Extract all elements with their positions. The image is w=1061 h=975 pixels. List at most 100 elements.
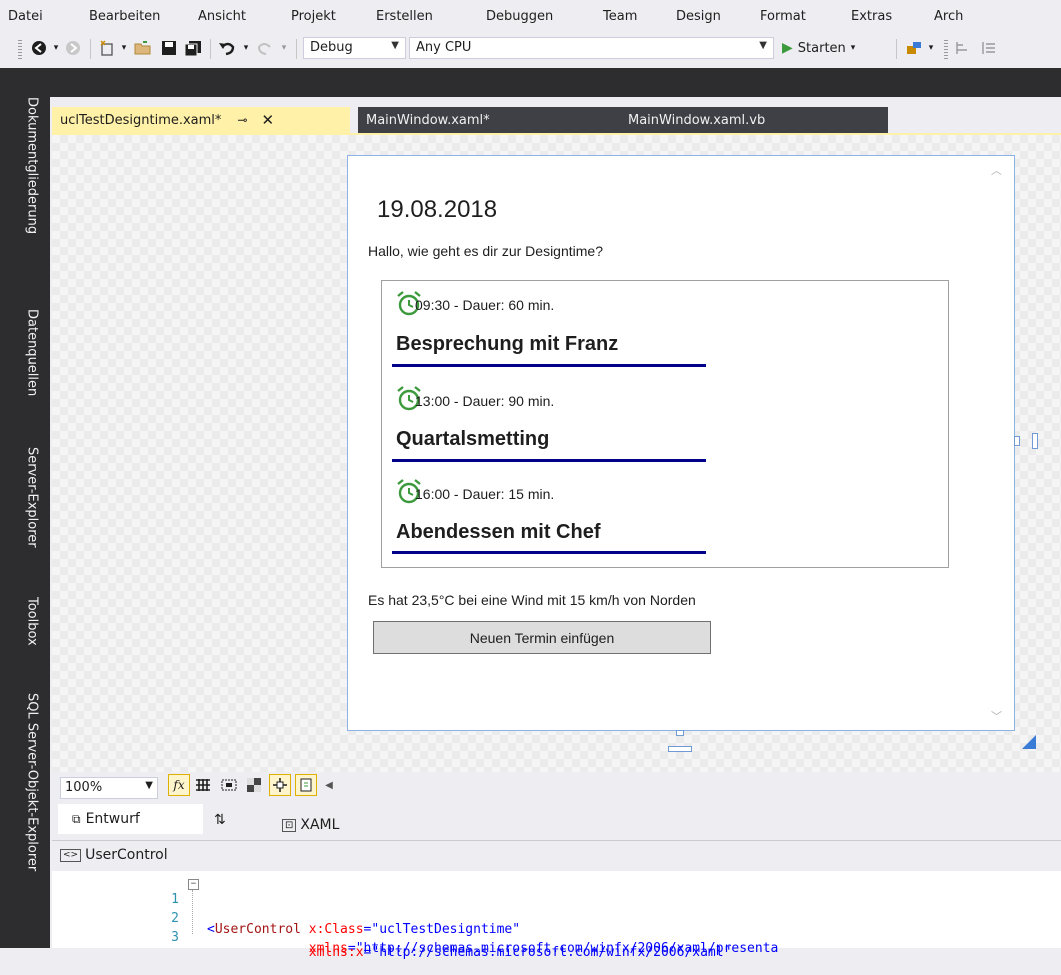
side-tab-dokumentgliederung[interactable]: Dokumentgliederung bbox=[0, 97, 50, 285]
appointment-title: Besprechung mit Franz bbox=[396, 333, 619, 355]
resize-handle-right-outer[interactable] bbox=[1032, 433, 1038, 449]
new-project-icon[interactable] bbox=[96, 38, 118, 58]
configuration-combo[interactable]: Debug ▼ bbox=[303, 37, 406, 59]
forward-icon[interactable] bbox=[62, 38, 84, 58]
start-label: Starten bbox=[797, 40, 846, 56]
uncomment-icon[interactable] bbox=[978, 38, 1000, 58]
title-underline bbox=[392, 364, 706, 367]
appointment-title: Quartalsmetting bbox=[396, 428, 550, 450]
title-underline bbox=[392, 459, 706, 462]
zoom-combo[interactable]: 100% ▼ bbox=[60, 777, 158, 799]
menu-erstellen[interactable]: Erstellen bbox=[376, 9, 433, 24]
close-icon[interactable]: ✕ bbox=[261, 111, 274, 129]
save-icon[interactable] bbox=[158, 38, 180, 58]
standard-toolbar: ▾ ▾ ▾ ▾ Debug ▼ Any CPU ▼ ▶ Starten ▾ ▾ bbox=[0, 30, 1061, 69]
menu-debuggen[interactable]: Debuggen bbox=[486, 9, 553, 24]
menu-design[interactable]: Design bbox=[676, 9, 721, 24]
scroll-down-icon[interactable]: ﹀ bbox=[991, 708, 1002, 724]
add-appointment-button[interactable]: Neuen Termin einfügen bbox=[373, 621, 711, 654]
side-tab-toolbox[interactable]: Toolbox bbox=[0, 597, 50, 687]
overflow-dropdown-icon[interactable]: ▾ bbox=[925, 38, 937, 58]
menu-bearbeiten[interactable]: Bearbeiten bbox=[89, 9, 160, 24]
code-line: 2 xmlns="http://schemas.microsoft.com/wi… bbox=[52, 890, 1061, 956]
redo-dropdown-icon[interactable]: ▾ bbox=[278, 38, 290, 58]
tool-window-header bbox=[0, 68, 1061, 97]
line-number: 3 bbox=[171, 930, 179, 945]
snap-lines-icon[interactable] bbox=[269, 774, 291, 796]
tab-entwurf-label: Entwurf bbox=[85, 811, 140, 827]
background-toggle-icon[interactable] bbox=[243, 774, 265, 796]
collapse-left-icon[interactable]: ◀ bbox=[318, 774, 340, 796]
code-line: 1 − <UserControl x:Class="uclTestDesignt… bbox=[52, 877, 1061, 937]
snap-grid-icon[interactable] bbox=[218, 774, 240, 796]
resize-handle-bottom[interactable] bbox=[676, 730, 684, 736]
menu-datei[interactable]: Datei bbox=[8, 9, 43, 24]
configuration-value: Debug bbox=[310, 40, 353, 55]
xaml-icon: ⊡ bbox=[282, 818, 297, 832]
tab-entwurf[interactable]: ⧉ Entwurf bbox=[58, 804, 203, 834]
undo-dropdown-icon[interactable]: ▾ bbox=[240, 38, 252, 58]
breadcrumb[interactable]: <> UserControl bbox=[60, 847, 168, 863]
menu-bar: Datei Bearbeiten Ansicht Projekt Erstell… bbox=[0, 0, 1061, 30]
side-tab-datenquellen[interactable]: Datenquellen bbox=[0, 309, 50, 443]
menu-ansicht[interactable]: Ansicht bbox=[198, 9, 246, 24]
chevron-down-icon: ▼ bbox=[145, 780, 153, 791]
menu-extras[interactable]: Extras bbox=[851, 9, 892, 24]
toolbar-grip[interactable] bbox=[18, 40, 22, 60]
zoom-value: 100% bbox=[65, 780, 103, 795]
menu-projekt[interactable]: Projekt bbox=[291, 9, 336, 24]
appointment-time: 09:30 - Dauer: 60 min. bbox=[415, 297, 555, 313]
scroll-up-icon[interactable]: ︿ bbox=[991, 162, 1002, 178]
platform-combo[interactable]: Any CPU ▼ bbox=[409, 37, 774, 59]
open-folder-icon[interactable] bbox=[132, 38, 154, 58]
tab-mainwindow-xaml[interactable]: MainWindow.xaml* bbox=[358, 107, 608, 133]
code-token: xmlns:x bbox=[308, 945, 364, 960]
side-tab-server-explorer[interactable]: Server-Explorer bbox=[0, 447, 50, 597]
tab-ucltestdesigntime-xaml[interactable]: uclTestDesigntime.xaml* ⊸ ✕ bbox=[52, 107, 350, 133]
pin-icon[interactable]: ⊸ bbox=[237, 113, 247, 127]
design-icon: ⧉ bbox=[72, 811, 81, 826]
weather-text: Es hat 23,5°C bei eine Wind mit 15 km/h … bbox=[368, 592, 696, 608]
resize-handle-bottom-outer[interactable] bbox=[668, 746, 692, 752]
code-token: "http://schemas.microsoft.com/winfx/2006… bbox=[371, 945, 732, 960]
date-text: 19.08.2018 bbox=[377, 196, 498, 223]
tab-xaml[interactable]: ⊡ XAML bbox=[282, 814, 339, 836]
side-tool-tabs: Dokumentgliederung Datenquellen Server-E… bbox=[0, 97, 50, 948]
toolbar-grip[interactable] bbox=[944, 40, 948, 60]
menu-architektur[interactable]: Arch bbox=[934, 9, 963, 24]
back-dropdown-icon[interactable]: ▾ bbox=[50, 38, 62, 58]
formula-icon[interactable]: fx bbox=[168, 774, 190, 796]
resize-handle-right[interactable] bbox=[1014, 436, 1020, 446]
split-view-bar bbox=[52, 804, 1061, 841]
platform-value: Any CPU bbox=[416, 40, 472, 55]
side-tab-sql-server-objekt-explorer[interactable]: SQL Server-Objekt-Explorer bbox=[0, 693, 50, 948]
greeting-text: Hallo, wie geht es dir zur Designtime? bbox=[368, 243, 603, 259]
chevron-down-icon: ▼ bbox=[759, 40, 767, 51]
back-icon[interactable] bbox=[28, 38, 50, 58]
xml-tag-icon: <> bbox=[60, 848, 82, 862]
xaml-code-editor[interactable]: 1 − <UserControl x:Class="uclTestDesignt… bbox=[52, 871, 1061, 960]
start-button[interactable]: ▶ Starten ▾ bbox=[782, 38, 878, 58]
comment-icon[interactable] bbox=[952, 38, 974, 58]
play-icon: ▶ bbox=[782, 40, 793, 56]
tab-mainwindow-xaml-vb[interactable]: MainWindow.xaml.vb bbox=[608, 107, 888, 133]
grid-icon[interactable] bbox=[192, 774, 214, 796]
code-line: 3 xmlns:x="http://schemas.microsoft.com/… bbox=[52, 915, 1061, 960]
collapse-icon[interactable]: − bbox=[188, 879, 199, 890]
swap-panes-icon[interactable]: ⇅ bbox=[214, 810, 226, 830]
tab-label: MainWindow.xaml* bbox=[366, 112, 490, 128]
browser-link-icon[interactable] bbox=[903, 38, 925, 58]
title-underline bbox=[392, 551, 706, 554]
project-code-icon[interactable] bbox=[295, 774, 317, 796]
menu-format[interactable]: Format bbox=[760, 9, 806, 24]
redo-icon[interactable] bbox=[254, 38, 276, 58]
new-dropdown-icon[interactable]: ▾ bbox=[118, 38, 130, 58]
save-all-icon[interactable] bbox=[182, 38, 204, 58]
resize-corner-icon[interactable] bbox=[1020, 733, 1038, 751]
code-text: xmlns:x="http://schemas.microsoft.com/wi… bbox=[207, 945, 732, 960]
menu-team[interactable]: Team bbox=[603, 9, 637, 24]
start-dropdown-icon: ▾ bbox=[850, 43, 856, 53]
undo-icon[interactable] bbox=[216, 38, 238, 58]
appointment-time: 16:00 - Dauer: 15 min. bbox=[415, 486, 555, 502]
